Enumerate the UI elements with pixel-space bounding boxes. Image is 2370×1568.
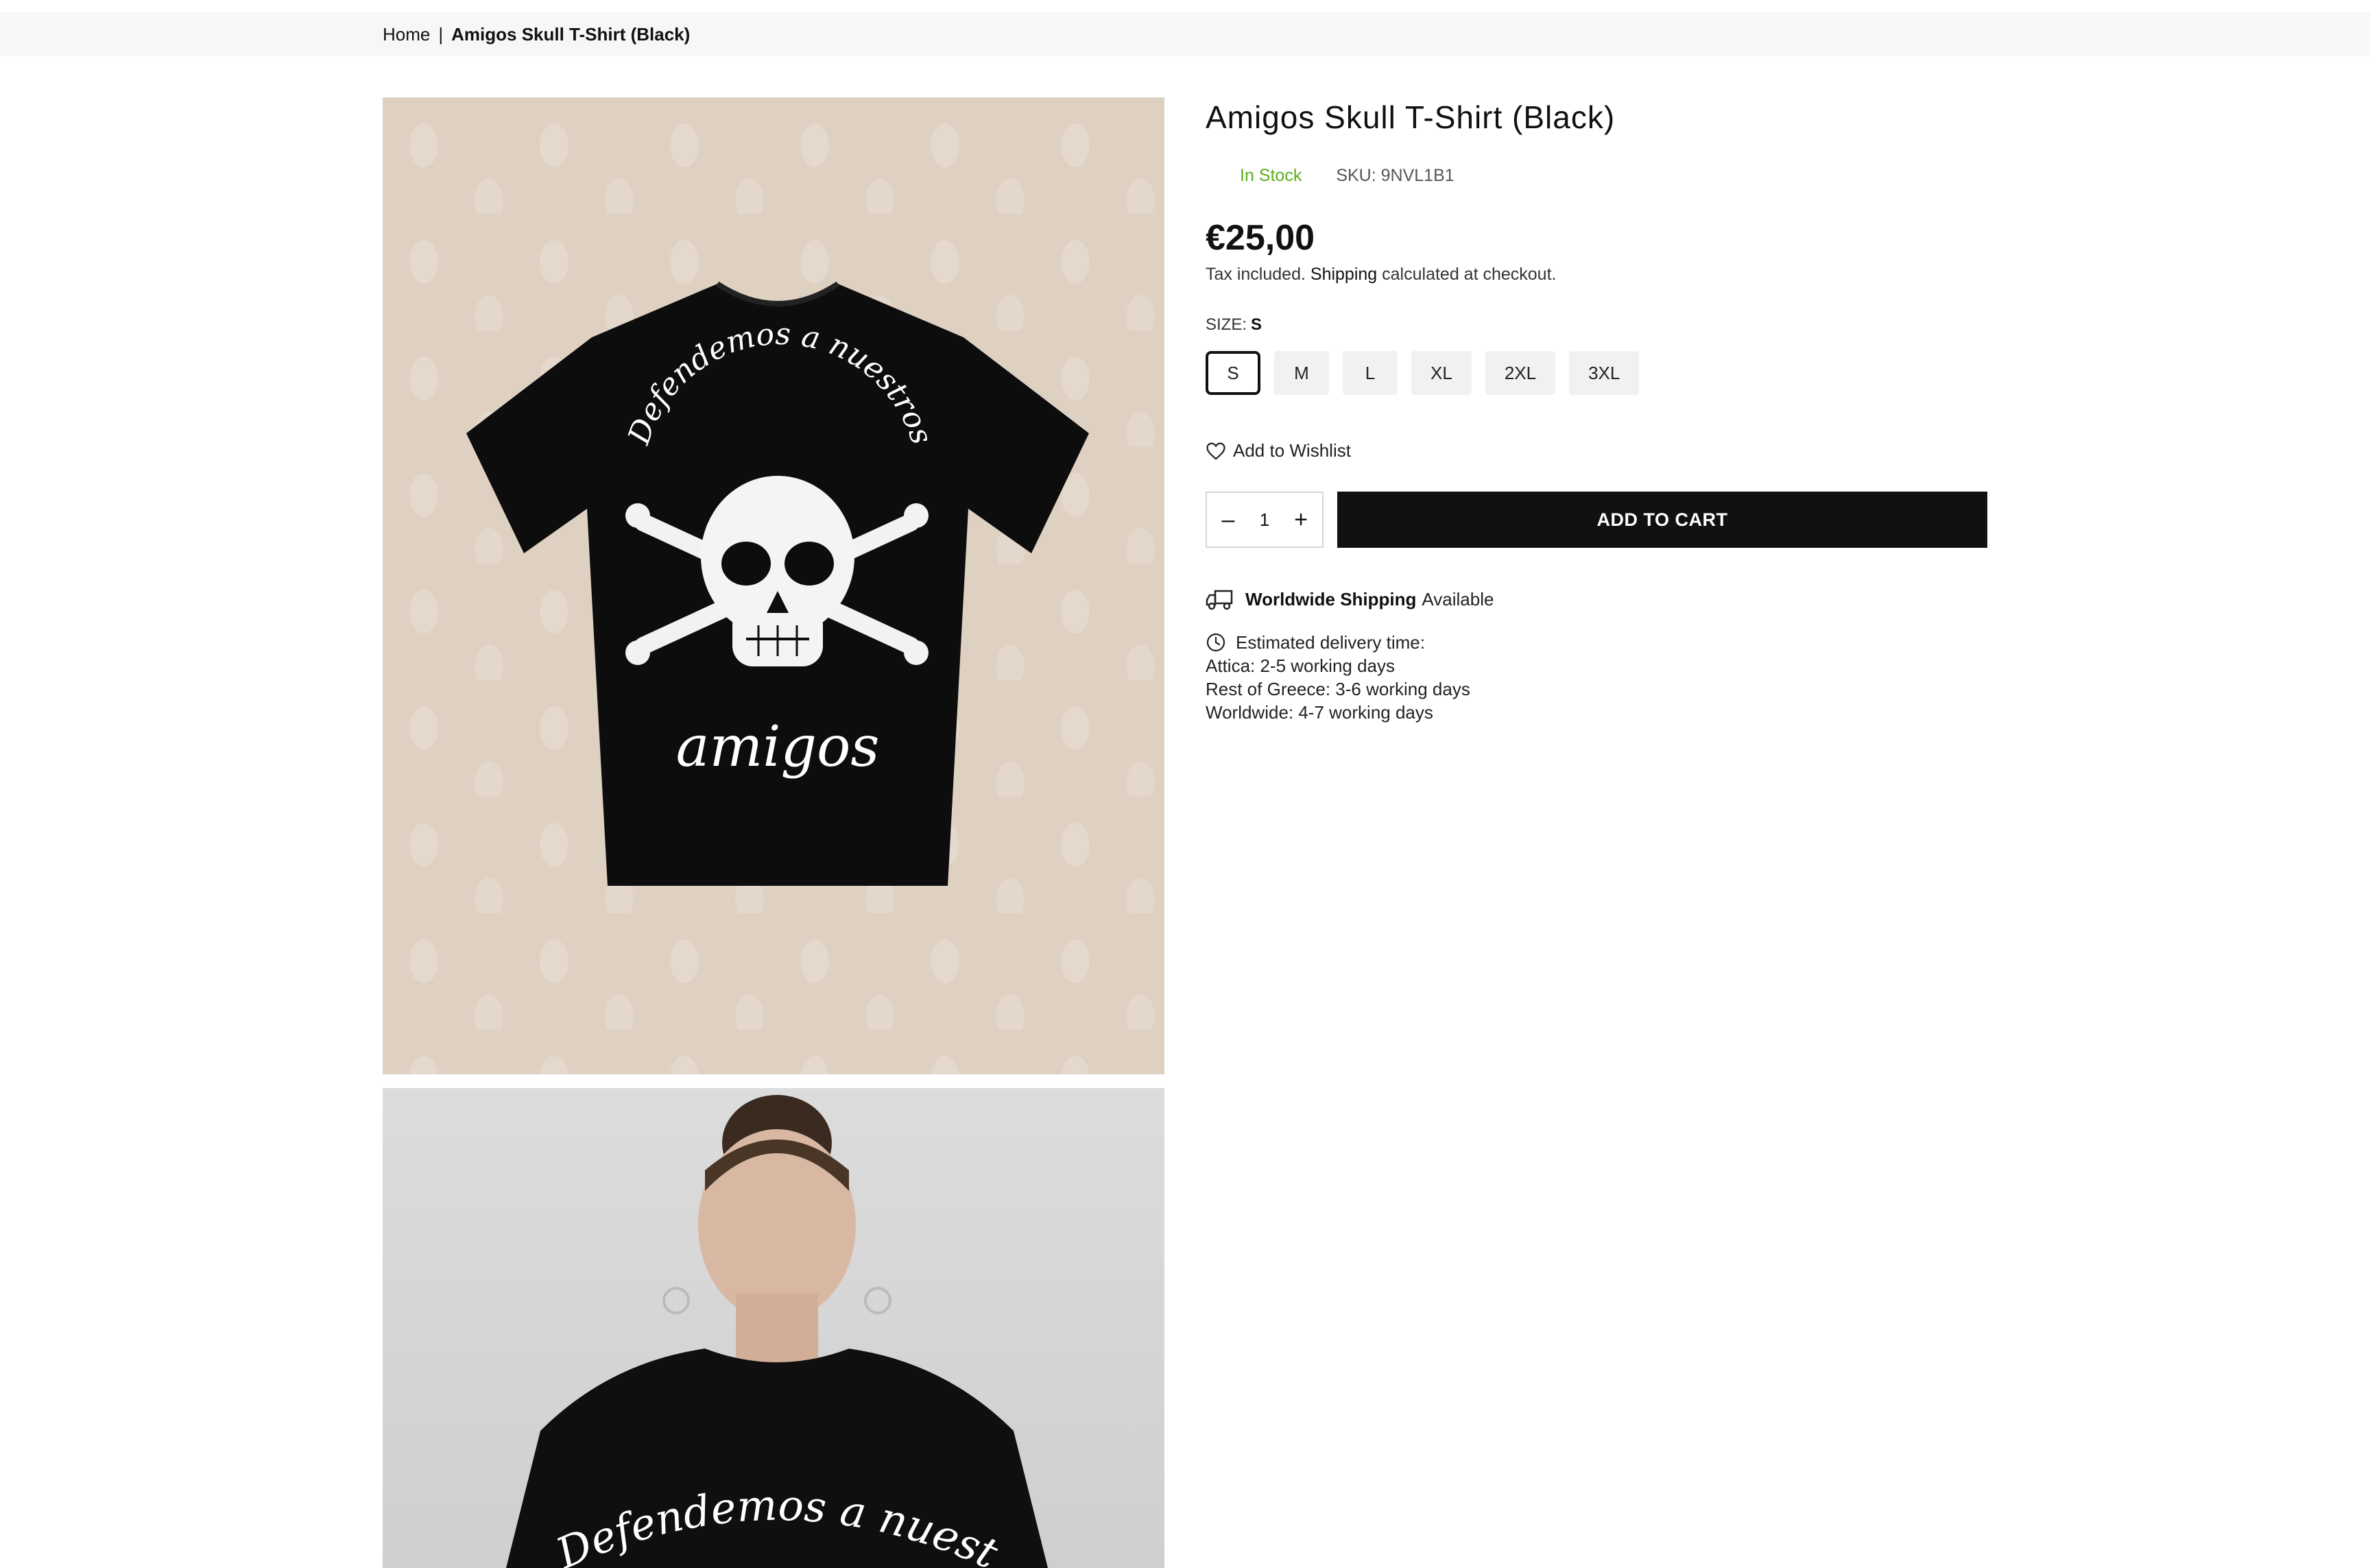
- quantity-increase-button[interactable]: +: [1291, 507, 1311, 533]
- product-image-model[interactable]: Defendemos a nuest: [383, 1088, 1164, 1568]
- stock-row: In Stock SKU: 9NVL1B1: [1206, 166, 1455, 186]
- tax-prefix: Tax included.: [1206, 265, 1306, 284]
- size-option-s[interactable]: S: [1206, 351, 1260, 395]
- quantity-stepper: – 1 +: [1206, 492, 1324, 548]
- breadcrumb-home-link[interactable]: Home: [383, 24, 430, 45]
- size-option-2xl[interactable]: 2XL: [1485, 351, 1556, 395]
- tax-suffix: calculated at checkout.: [1382, 265, 1557, 284]
- delivery-info: Estimated delivery time: Attica: 2-5 wor…: [1206, 631, 1470, 724]
- add-to-cart-button[interactable]: ADD TO CART: [1337, 492, 1987, 548]
- product-price: €25,00: [1206, 218, 1315, 258]
- sku-label: SKU: 9NVL1B1: [1336, 166, 1455, 185]
- delivery-line-worldwide: Worldwide: 4-7 working days: [1206, 702, 1433, 723]
- size-option-l[interactable]: L: [1343, 351, 1398, 395]
- model-photo-illustration: Defendemos a nuest: [506, 1095, 1048, 1568]
- quantity-decrease-button[interactable]: –: [1218, 507, 1238, 533]
- breadcrumb: Home | Amigos Skull T-Shirt (Black): [383, 12, 690, 56]
- truck-icon: [1206, 590, 1233, 610]
- shipping-link[interactable]: Shipping: [1310, 265, 1377, 284]
- breadcrumb-current: Amigos Skull T-Shirt (Black): [451, 23, 691, 45]
- shipping-info: Worldwide Shipping Available: [1206, 588, 1494, 610]
- breadcrumb-separator: |: [438, 23, 444, 45]
- shipping-title: Worldwide Shipping: [1245, 588, 1417, 610]
- size-label-text: SIZE:: [1206, 315, 1247, 334]
- breadcrumb-bar: Home | Amigos Skull T-Shirt (Black): [0, 12, 2370, 56]
- quantity-input[interactable]: 1: [1260, 509, 1269, 531]
- delivery-heading: Estimated delivery time:: [1236, 632, 1425, 653]
- size-options: S M L XL 2XL 3XL: [1206, 351, 1640, 395]
- stock-status: In Stock: [1240, 166, 1302, 185]
- tax-note: Tax included. Shipping calculated at che…: [1206, 265, 1556, 285]
- heart-icon: [1206, 442, 1225, 460]
- shirt-text-bottom: amigos: [676, 714, 880, 780]
- wishlist-label: Add to Wishlist: [1233, 440, 1351, 461]
- delivery-line-attica: Attica: 2-5 working days: [1206, 655, 1396, 676]
- delivery-line-greece: Rest of Greece: 3-6 working days: [1206, 679, 1470, 699]
- size-label: SIZE: S: [1206, 315, 1262, 335]
- tshirt-illustration: Defendemos a nuestros amigos: [466, 281, 1089, 886]
- product-image-front[interactable]: Defendemos a nuestros amigos: [383, 97, 1164, 1074]
- size-selected-value: S: [1251, 315, 1262, 334]
- size-option-m[interactable]: M: [1274, 351, 1329, 395]
- size-option-xl[interactable]: XL: [1411, 351, 1472, 395]
- size-option-3xl[interactable]: 3XL: [1569, 351, 1640, 395]
- add-to-wishlist-button[interactable]: Add to Wishlist: [1206, 440, 1351, 461]
- product-title: Amigos Skull T-Shirt (Black): [1206, 99, 1616, 135]
- shipping-availability: Available: [1422, 588, 1494, 610]
- clock-icon: [1206, 633, 1225, 652]
- delivery-head: Estimated delivery time:: [1206, 631, 1470, 654]
